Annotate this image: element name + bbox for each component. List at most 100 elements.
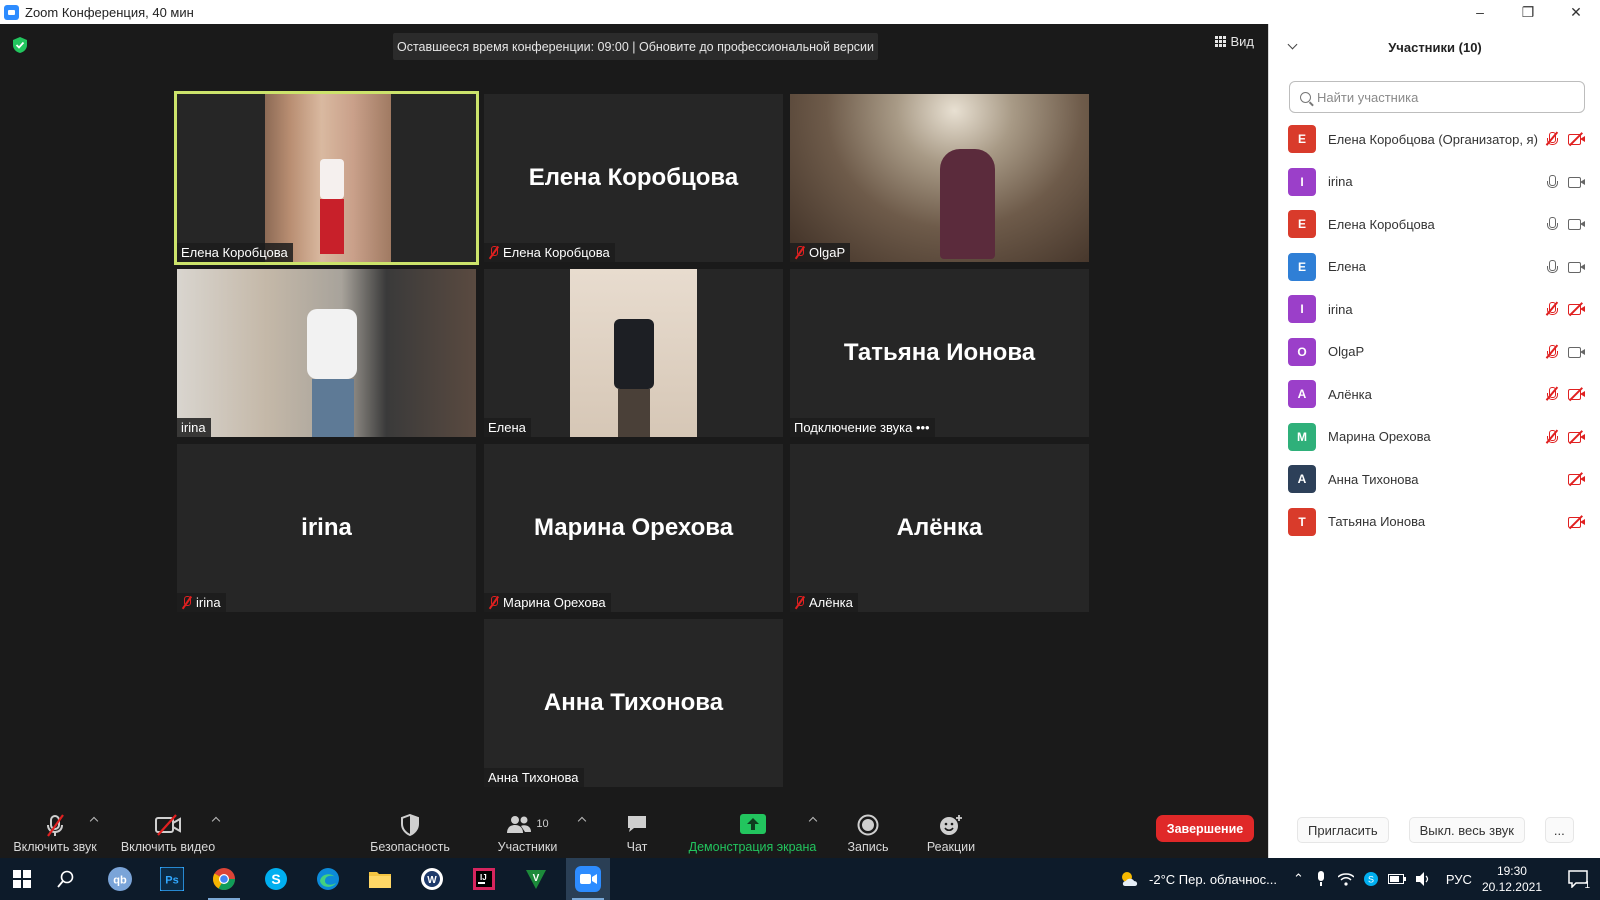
- start-button[interactable]: [0, 858, 44, 900]
- participant-row[interactable]: A Анна Тихонова: [1269, 458, 1600, 501]
- video-off-icon[interactable]: [1568, 514, 1585, 529]
- participant-search[interactable]: [1289, 81, 1585, 113]
- avatar: E: [1288, 252, 1316, 281]
- participant-row[interactable]: E Елена Коробцова (Организатор, я): [1269, 118, 1600, 161]
- mute-all-button[interactable]: Выкл. весь звук: [1408, 817, 1525, 843]
- taskbar-app-photoshop[interactable]: Ps: [150, 858, 194, 900]
- video-tile[interactable]: Анна Тихонова Анна Тихонова: [484, 619, 783, 787]
- avatar: E: [1288, 210, 1316, 239]
- video-tile[interactable]: Елена: [484, 269, 783, 437]
- muted-mic-icon[interactable]: [1545, 131, 1558, 146]
- video-tile[interactable]: irina: [177, 269, 476, 437]
- mic-icon[interactable]: [1546, 217, 1558, 231]
- wifi-icon[interactable]: [1337, 872, 1354, 886]
- record-button[interactable]: Запись: [843, 804, 893, 858]
- participant-row[interactable]: E Елена: [1269, 246, 1600, 289]
- participant-name: Елена Коробцова (Организатор, я): [1328, 131, 1538, 147]
- search-input[interactable]: [1317, 89, 1567, 105]
- video-tile[interactable]: OlgaP: [790, 94, 1089, 262]
- notifications-button[interactable]: 1: [1556, 858, 1600, 900]
- muted-mic-icon[interactable]: [1545, 386, 1558, 401]
- participant-name: OlgaP: [1328, 344, 1365, 360]
- unmute-button[interactable]: Включить звук: [10, 804, 100, 858]
- tray-expand-chevron-icon[interactable]: ⌃: [1293, 871, 1304, 887]
- more-options-button[interactable]: ...: [1544, 817, 1574, 843]
- participant-row[interactable]: A Алёнка: [1269, 373, 1600, 416]
- battery-icon[interactable]: [1387, 874, 1406, 884]
- video-icon[interactable]: [1568, 261, 1585, 273]
- close-button[interactable]: ✕: [1552, 0, 1600, 24]
- mic-icon[interactable]: [1546, 259, 1558, 274]
- participant-status-icons: [1545, 131, 1585, 147]
- taskbar-app-zoom[interactable]: [566, 858, 610, 900]
- unmute-label: Включить звук: [13, 840, 97, 854]
- muted-mic-icon: [794, 596, 805, 609]
- zoom-icon: [575, 866, 601, 892]
- taskbar-app-vim[interactable]: V: [514, 858, 558, 900]
- tile-name-label: irina: [196, 595, 221, 610]
- minimize-button[interactable]: –: [1456, 0, 1504, 24]
- volume-icon[interactable]: [1415, 872, 1432, 886]
- video-off-icon[interactable]: [1568, 429, 1585, 444]
- mic-icon[interactable]: [1546, 174, 1558, 189]
- participant-name: Елена: [1328, 259, 1366, 275]
- time-remaining-banner[interactable]: Оставшееся время конференции: 09:00 | Об…: [393, 33, 879, 60]
- window-controls: – ❐ ✕: [1456, 0, 1600, 24]
- participant-row[interactable]: Iirina: [1269, 288, 1600, 331]
- chat-button[interactable]: Чат: [612, 804, 662, 858]
- participant-row[interactable]: T Татьяна Ионова: [1269, 501, 1600, 544]
- view-button[interactable]: Вид: [1215, 34, 1254, 49]
- participants-list: E Елена Коробцова (Организатор, я) Iirina E…: [1269, 118, 1600, 543]
- taskbar-search-button[interactable]: [44, 858, 88, 900]
- video-icon[interactable]: [1568, 218, 1585, 231]
- video-tile[interactable]: Елена Коробцова Елена Коробцова: [484, 94, 783, 262]
- participant-row[interactable]: Iirina: [1269, 161, 1600, 204]
- video-icon[interactable]: [1568, 346, 1585, 358]
- muted-mic-icon[interactable]: [1545, 301, 1558, 316]
- participant-display-name: Татьяна Ионова: [843, 339, 1036, 366]
- clock-time: 19:30: [1496, 864, 1527, 878]
- video-tile[interactable]: irina irina: [177, 444, 476, 612]
- participant-row[interactable]: E Елена Коробцова: [1269, 203, 1600, 246]
- share-screen-button[interactable]: Демонстрация экрана: [685, 804, 820, 858]
- participant-row[interactable]: O OlgaP: [1269, 331, 1600, 374]
- security-button[interactable]: Безопасность: [365, 804, 455, 858]
- taskbar-app-ide[interactable]: IJ: [462, 858, 506, 900]
- participants-options-chevron-icon[interactable]: [577, 816, 587, 826]
- participants-button[interactable]: 10 Участники: [490, 804, 565, 858]
- clock[interactable]: 19:30 20.12.2021: [1482, 863, 1542, 895]
- restore-button[interactable]: ❐: [1504, 0, 1552, 24]
- taskbar-app-explorer[interactable]: [358, 858, 402, 900]
- weather-label[interactable]: -2°C Пер. облачнос...: [1149, 872, 1277, 887]
- participant-row[interactable]: M Марина Орехова: [1269, 416, 1600, 459]
- tile-name-label: Елена: [488, 420, 526, 435]
- video-off-icon[interactable]: [1568, 132, 1585, 147]
- video-tile[interactable]: Татьяна Ионова Подключение звука •••: [790, 269, 1089, 437]
- invite-button[interactable]: Пригласить: [1297, 817, 1389, 843]
- video-icon[interactable]: [1568, 176, 1585, 188]
- taskbar-app-qbittorrent[interactable]: qb: [98, 858, 142, 900]
- taskbar-app-edge[interactable]: [306, 858, 350, 900]
- language-indicator[interactable]: РУС: [1446, 872, 1472, 887]
- end-meeting-button[interactable]: Завершение: [1156, 815, 1254, 842]
- participants-panel-footer: Пригласить Выкл. весь звук ...: [1269, 802, 1600, 858]
- microphone-icon[interactable]: [1316, 871, 1326, 887]
- muted-mic-icon[interactable]: [1545, 429, 1558, 444]
- video-tile[interactable]: Елена Коробцова: [174, 91, 479, 265]
- participant-status-icons: [1546, 259, 1585, 274]
- video-tile[interactable]: Марина Орехова Марина Орехова: [484, 444, 783, 612]
- taskbar-app-word[interactable]: W: [410, 858, 454, 900]
- video-off-icon[interactable]: [1568, 302, 1585, 317]
- start-video-button[interactable]: Включить видео: [118, 804, 218, 858]
- video-tile[interactable]: Алёнка Алёнка: [790, 444, 1089, 612]
- avatar: T: [1288, 507, 1316, 536]
- video-off-icon[interactable]: [1568, 472, 1585, 487]
- taskbar-app-chrome[interactable]: [202, 858, 246, 900]
- reactions-button[interactable]: Реакции: [920, 804, 982, 858]
- shield-icon[interactable]: [12, 36, 28, 54]
- taskbar-app-skype[interactable]: S: [254, 858, 298, 900]
- skype-tray-icon[interactable]: S: [1363, 872, 1378, 886]
- video-off-icon[interactable]: [1568, 387, 1585, 402]
- participant-video: [790, 94, 1089, 262]
- muted-mic-icon[interactable]: [1545, 344, 1558, 359]
